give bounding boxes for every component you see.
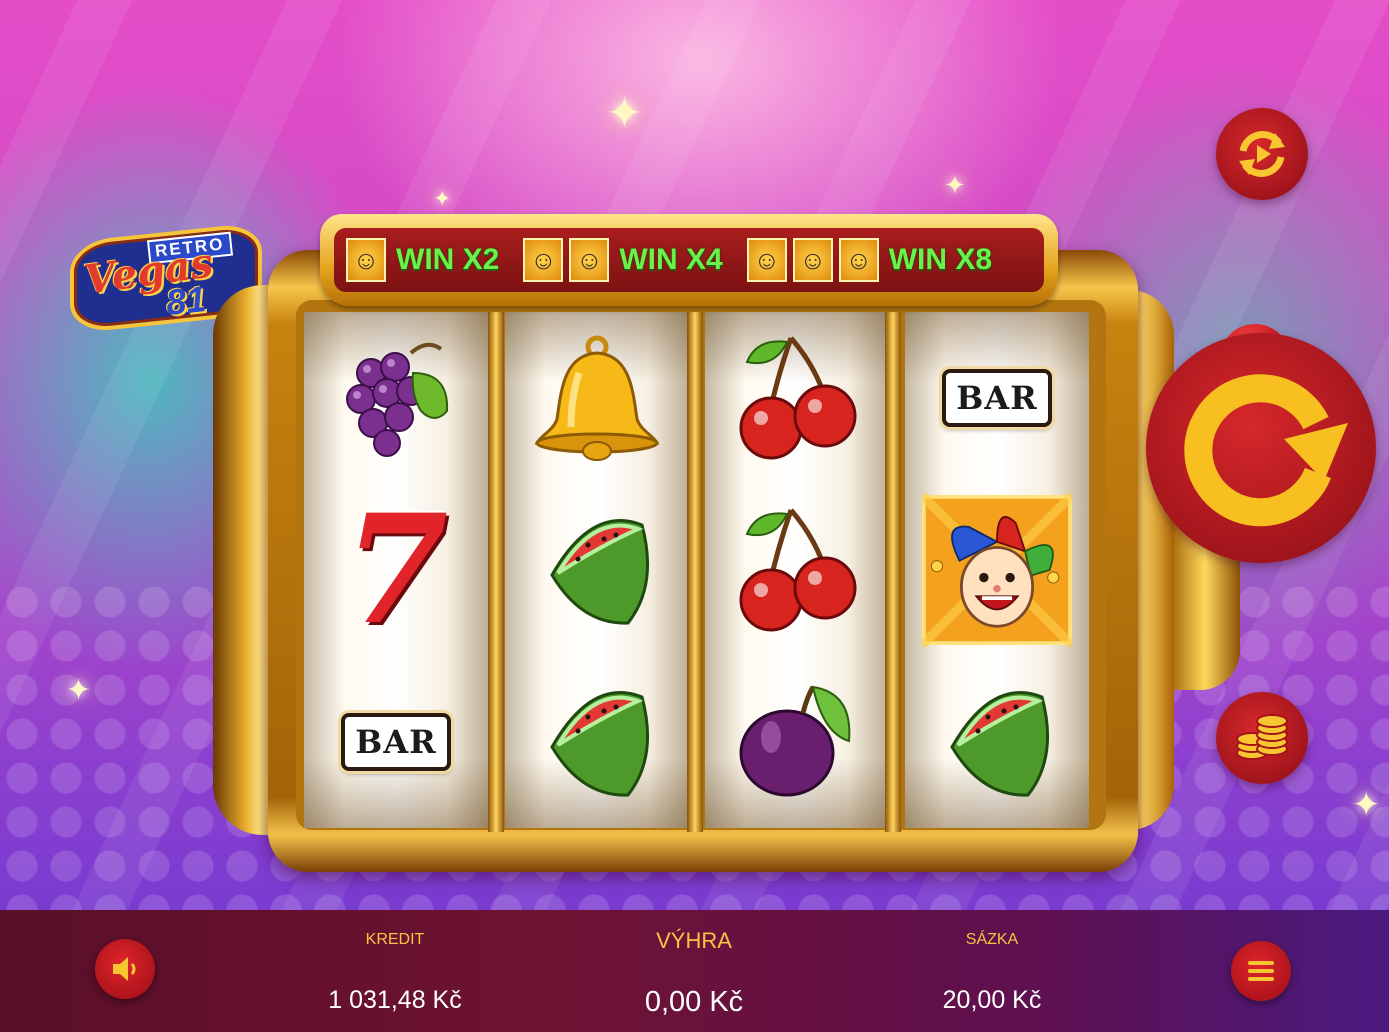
bell-icon	[522, 323, 672, 473]
win-multiplier-panel: ☺ WIN X2 ☺ ☺ WIN X4 ☺ ☺ ☺ WIN X8	[334, 228, 1044, 292]
joker-mini-icon: ☺	[346, 238, 386, 282]
bar-symbol-text: BAR	[942, 369, 1052, 427]
win-x4-label: WIN X4	[619, 243, 723, 276]
reel-4: BAR	[905, 312, 1089, 828]
sparkle-decoration: ✦	[1352, 786, 1381, 824]
win-x2-label: WIN X2	[396, 243, 500, 276]
reel-divider	[687, 312, 703, 832]
reel-divider	[885, 312, 901, 832]
reel-3	[705, 312, 889, 828]
win-value: 0,00 Kč	[644, 986, 744, 1018]
watermelon-icon	[522, 667, 672, 817]
reel-divider	[488, 312, 504, 832]
bet-value: 20,00 Kč	[942, 986, 1042, 1014]
joker-mini-icon: ☺	[523, 238, 564, 282]
win-label: VÝHRA	[656, 928, 732, 953]
bar-icon: BAR	[922, 323, 1072, 473]
bet-coins-button[interactable]	[1216, 692, 1308, 784]
cherries-icon	[722, 495, 872, 645]
grapes-icon	[321, 323, 471, 473]
joker-mini-icon: ☺	[746, 238, 787, 282]
sparkle-decoration: ✦	[606, 89, 643, 138]
cherries-icon	[722, 323, 872, 473]
reel-2	[505, 312, 689, 828]
menu-icon	[1248, 961, 1274, 981]
coins-icon	[1236, 714, 1288, 760]
speaker-icon	[113, 957, 136, 981]
reel-1: 7 BAR	[304, 312, 488, 828]
bet-label: SÁZKA	[965, 931, 1019, 948]
credit-value: 1 031,48 Kč	[328, 986, 462, 1014]
sound-toggle-button[interactable]	[95, 939, 155, 999]
spin-icon	[1184, 374, 1348, 527]
bottom-info-bar: KREDIT 1 031,48 Kč VÝHRA 0,00 Kč SÁZKA 2…	[0, 910, 1389, 1032]
watermelon-icon	[522, 495, 672, 645]
sparkle-decoration: ✦	[944, 170, 966, 200]
menu-button[interactable]	[1231, 941, 1291, 1001]
credit-label: KREDIT	[365, 931, 425, 948]
sparkle-decoration: ✦	[66, 674, 92, 707]
watermelon-icon	[922, 667, 1072, 817]
spin-button[interactable]	[1146, 333, 1376, 563]
win-multiplier-banner: ☺ WIN X2 ☺ ☺ WIN X4 ☺ ☺ ☺ WIN X8	[320, 214, 1058, 306]
seven-icon: 7	[321, 495, 471, 645]
joker-mini-icon: ☺	[569, 238, 610, 282]
logo-number-text: 81	[163, 278, 209, 323]
bar-symbol-text: BAR	[341, 713, 451, 771]
plum-icon	[722, 667, 872, 817]
joker-mini-icon: ☺	[792, 238, 833, 282]
autoplay-button[interactable]	[1216, 108, 1308, 200]
seven-symbol-text: 7	[343, 482, 449, 658]
win-x8-label: WIN X8	[888, 243, 993, 276]
bar-icon: BAR	[321, 667, 471, 817]
autoplay-icon	[1239, 131, 1285, 177]
sparkle-decoration: ✦	[433, 186, 452, 211]
joker-icon	[922, 491, 1072, 649]
joker-mini-icon: ☺	[838, 238, 879, 282]
